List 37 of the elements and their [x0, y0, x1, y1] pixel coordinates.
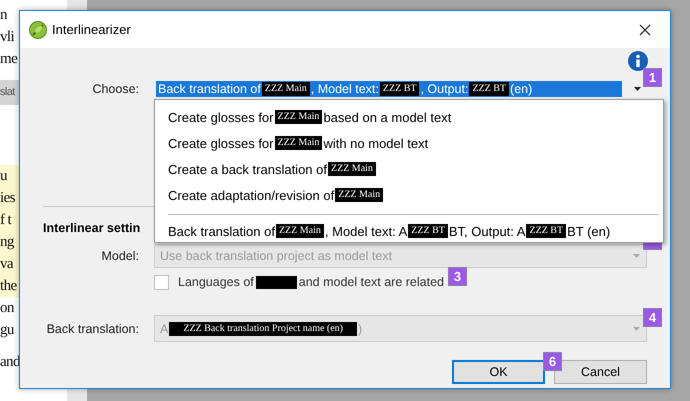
dialog-button[interactable]: OK: [452, 360, 545, 384]
caret-icon: [633, 254, 640, 258]
document-text: ng: [0, 231, 19, 253]
document-text: n: [0, 6, 7, 25]
caret-icon: [634, 87, 641, 91]
leaf-icon: [29, 20, 47, 38]
info-icon[interactable]: [628, 51, 648, 71]
dropdown-option[interactable]: Create adaptation/revision of ZZZ Main: [155, 182, 663, 208]
document-text: u: [0, 165, 19, 187]
model-label: Model:: [100, 249, 139, 263]
dropdown-option[interactable]: Create glosses for ZZZ Main with no model text: [155, 130, 663, 156]
document-text: the: [0, 275, 19, 297]
window-title: Interlinearizer: [52, 22, 131, 37]
caret-icon: [633, 326, 640, 330]
document-text: vli: [0, 28, 14, 47]
section-title: Interlinear settin: [43, 220, 140, 236]
dropdown-option[interactable]: Create glosses for ZZZ Main based on a model text: [155, 104, 663, 130]
document-text: f t: [0, 209, 19, 231]
checkbox-label[interactable]: Languages of and model text are related: [178, 275, 444, 289]
dropdown-option[interactable]: Back translation of ZZZ Main , Model text: A ZZZ BT BT, Output: A ZZZ BT BT (en): [155, 218, 663, 244]
document-text: gu: [0, 321, 14, 340]
choose-label: Choose:: [91, 82, 139, 96]
close-icon[interactable]: [639, 24, 651, 36]
number-badge: 6: [543, 352, 562, 371]
number-badge: 3: [448, 266, 467, 286]
document-text: ies: [0, 187, 19, 209]
document-text: on: [0, 299, 14, 318]
document-text: slat: [0, 80, 19, 105]
back-translation-label: Back translation:: [46, 322, 139, 336]
redaction-bar: [256, 276, 297, 288]
dropdown-option[interactable]: Create a back translation of ZZZ Main: [155, 156, 663, 182]
checkbox[interactable]: [154, 274, 169, 290]
dialog-button[interactable]: Cancel: [554, 360, 647, 384]
number-badge: 4: [643, 308, 662, 327]
document-text: me: [0, 50, 18, 69]
document-text: va: [0, 253, 19, 275]
number-badge: 1: [643, 68, 662, 87]
